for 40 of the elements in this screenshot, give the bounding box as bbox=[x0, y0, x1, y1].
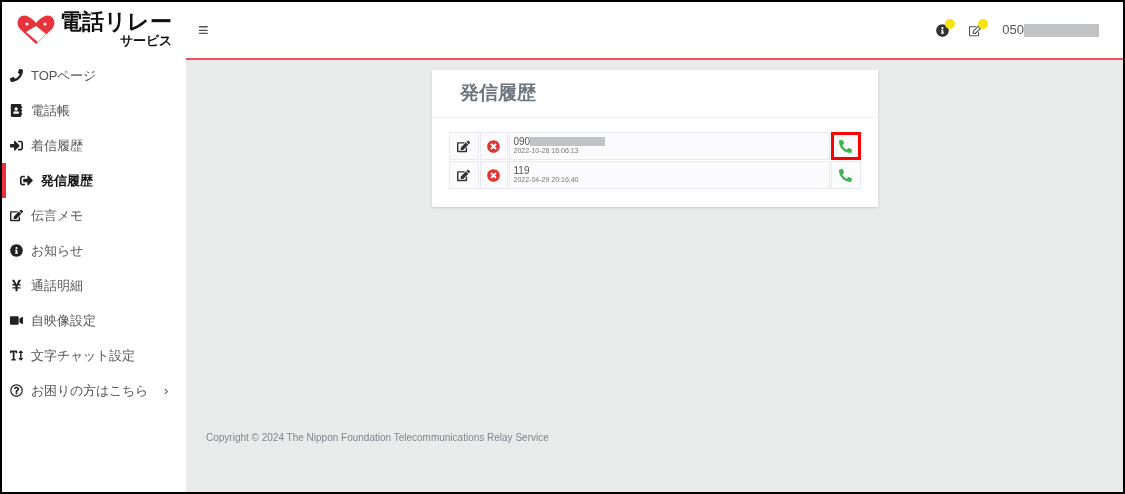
call-button[interactable] bbox=[830, 132, 861, 160]
sidebar-item[interactable]: 伝言メモ bbox=[2, 198, 186, 233]
sidebar-item[interactable]: 発信履歴 bbox=[2, 163, 186, 198]
copyright-text: Copyright © 2024 The Nippon Foundation Telecommunications Relay Service bbox=[206, 431, 550, 445]
logo-subtext: サービス bbox=[120, 32, 172, 50]
phone-icon bbox=[10, 69, 23, 82]
sidebar-item[interactable]: 着信履歴 bbox=[2, 128, 186, 163]
contact-card-icon bbox=[10, 104, 23, 117]
close-icon bbox=[487, 168, 500, 182]
edit-button[interactable] bbox=[448, 132, 479, 160]
phone-icon bbox=[839, 168, 852, 182]
delete-button[interactable] bbox=[479, 161, 508, 189]
sidebar-item[interactable]: 通話明細 bbox=[2, 268, 186, 303]
sidebar-item[interactable]: TOPページ bbox=[2, 58, 186, 93]
edit-icon bbox=[457, 139, 470, 153]
edit-icon bbox=[457, 168, 470, 182]
card-title: 発信履歴 bbox=[459, 81, 536, 106]
phone-number: 119 bbox=[513, 165, 530, 176]
phone-icon bbox=[839, 139, 852, 153]
edit-button[interactable] bbox=[448, 161, 479, 189]
video-camera-icon bbox=[10, 314, 23, 327]
help-icon bbox=[10, 384, 23, 397]
close-icon bbox=[487, 139, 500, 153]
menu-button[interactable]: ≡ bbox=[198, 16, 209, 44]
sign-in-icon bbox=[10, 139, 23, 152]
sidebar-item[interactable]: 電話帳 bbox=[2, 93, 186, 128]
sidebar-item[interactable]: お困りの方はこちら › bbox=[2, 373, 186, 408]
edit-icon bbox=[10, 209, 23, 222]
user-phone-number: 050 bbox=[1002, 21, 1024, 40]
yen-icon bbox=[10, 279, 23, 292]
sign-out-icon bbox=[20, 174, 33, 187]
info-icon[interactable] bbox=[936, 23, 950, 37]
sidebar-item[interactable]: 文字チャット設定 bbox=[2, 338, 186, 373]
delete-button[interactable] bbox=[479, 132, 508, 160]
phone-number: 090 bbox=[513, 136, 531, 147]
text-height-icon bbox=[10, 349, 23, 362]
sidebar-item[interactable]: お知らせ bbox=[2, 233, 186, 268]
info-icon bbox=[10, 244, 23, 257]
logo-text: 電話リレー bbox=[60, 10, 172, 33]
sidebar-item[interactable]: 自映像設定 bbox=[2, 303, 186, 338]
